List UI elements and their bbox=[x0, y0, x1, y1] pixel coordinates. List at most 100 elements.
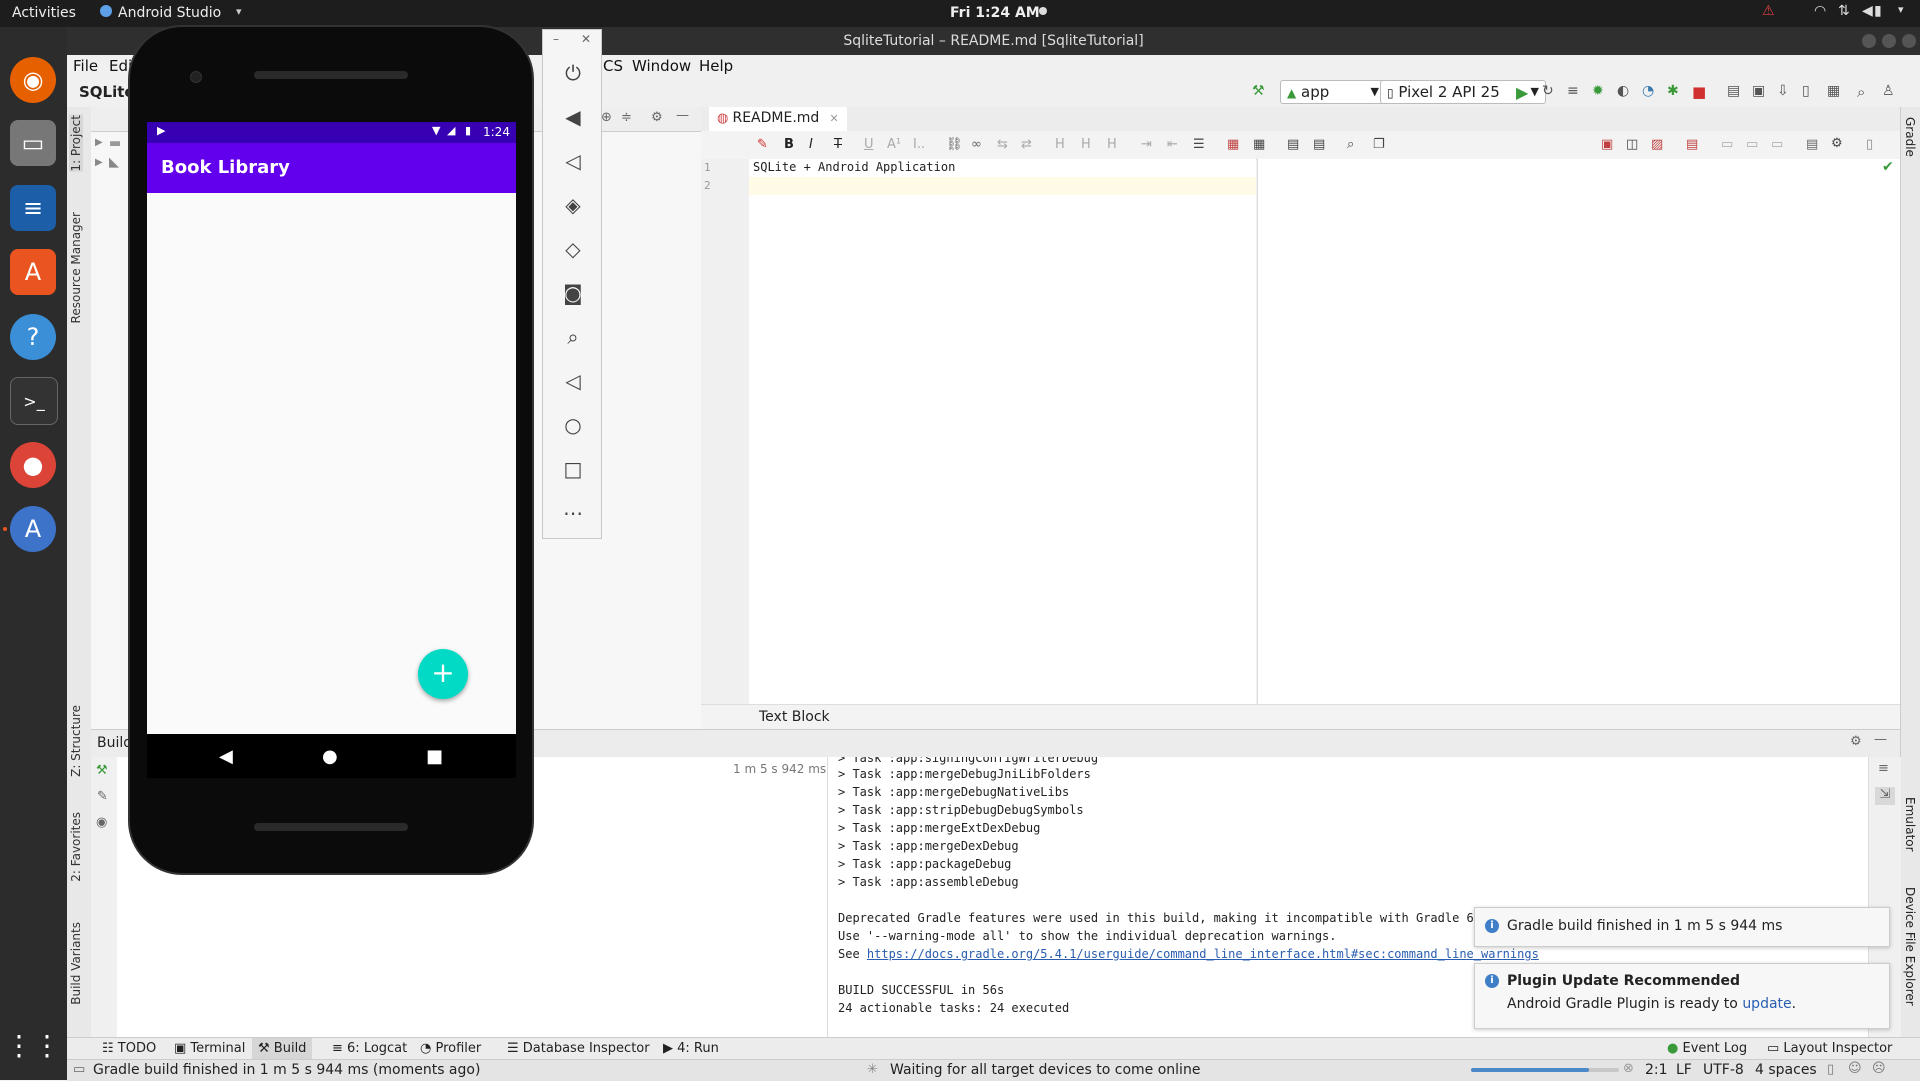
outdent-icon[interactable]: ⇤ bbox=[1167, 137, 1178, 152]
menu-edit[interactable]: Edi bbox=[109, 57, 132, 75]
find-icon[interactable]: ⌕ bbox=[1347, 137, 1354, 152]
show-applications-icon[interactable]: ⋮⋮ bbox=[5, 1022, 61, 1068]
editor-only-icon[interactable]: ▣ bbox=[1601, 137, 1613, 152]
tab-project[interactable]: 1: Project bbox=[69, 115, 83, 172]
chrome-icon[interactable]: ● bbox=[10, 442, 56, 488]
home-icon[interactable]: ○ bbox=[562, 413, 584, 437]
tab-device-file-explorer[interactable]: Device File Explorer bbox=[1903, 887, 1917, 1006]
status-waiting[interactable]: Waiting for all target devices to come o… bbox=[890, 1062, 1200, 1078]
menu-file[interactable]: File bbox=[73, 57, 98, 75]
build-hammer-icon[interactable]: ⚒ bbox=[96, 763, 108, 778]
wifi-icon[interactable]: ◠ bbox=[1814, 3, 1826, 19]
tab-logcat[interactable]: ≡ 6: Logcat bbox=[332, 1041, 407, 1056]
zoom-icon[interactable]: ⌕ bbox=[562, 325, 584, 349]
heading-2-icon[interactable]: H bbox=[1081, 137, 1091, 152]
tab-database-inspector[interactable]: ☰ Database Inspector bbox=[507, 1041, 650, 1056]
coverage-icon[interactable]: ◐ bbox=[1617, 83, 1629, 99]
table-insert-icon[interactable]: ▦ bbox=[1227, 137, 1239, 152]
hide-panel-icon[interactable]: — bbox=[676, 108, 689, 123]
toggle-preview-icon[interactable]: ▤ bbox=[1806, 137, 1818, 152]
terminal-icon[interactable]: >_ bbox=[10, 377, 58, 425]
device-manager-icon[interactable]: ▯ bbox=[1802, 83, 1810, 99]
file-encoding[interactable]: UTF-8 bbox=[1703, 1062, 1744, 1078]
profile-icon[interactable]: ◔ bbox=[1642, 83, 1654, 99]
editor-line[interactable]: SQLite + Android Application bbox=[753, 160, 955, 174]
document-icon[interactable]: ▤ bbox=[1313, 137, 1325, 152]
indent-setting[interactable]: 4 spaces bbox=[1755, 1062, 1817, 1078]
gradle-docs-link[interactable]: https://docs.gradle.org/5.4.1/userguide/… bbox=[867, 947, 1539, 961]
firefox-icon[interactable]: ◉ bbox=[10, 57, 56, 103]
gradle-build-notification[interactable]: i Gradle build finished in 1 m 5 s 944 m… bbox=[1474, 907, 1890, 947]
tab-build-variants[interactable]: Build Variants bbox=[69, 922, 83, 1005]
close-window-icon[interactable] bbox=[1902, 34, 1916, 48]
tab-run[interactable]: ▶ 4: Run bbox=[663, 1041, 719, 1056]
account-icon[interactable]: ♙ bbox=[1882, 83, 1895, 99]
sync-project-icon[interactable]: ▤ bbox=[1727, 83, 1740, 99]
readonly-icon[interactable]: ▯ bbox=[1866, 137, 1873, 152]
subscript-icon[interactable]: I.. bbox=[913, 137, 925, 152]
menu-window[interactable]: Window bbox=[632, 57, 691, 75]
run-config-select[interactable]: ▲ app ▼ bbox=[1280, 80, 1386, 104]
tab-event-log[interactable]: ● Event Log bbox=[1667, 1041, 1747, 1056]
locate-icon[interactable]: ⊕ bbox=[601, 110, 612, 125]
list-icon[interactable]: ☰ bbox=[1193, 137, 1205, 152]
emulator-close-icon[interactable]: ✕ bbox=[581, 32, 591, 46]
maximize-icon[interactable] bbox=[1882, 34, 1896, 48]
avd-manager-icon[interactable]: ▣ bbox=[1752, 83, 1765, 99]
tab-gradle[interactable]: Gradle bbox=[1903, 117, 1917, 157]
swap-icon[interactable]: ⇆ bbox=[997, 137, 1008, 152]
tab-resource-manager[interactable]: Resource Manager bbox=[69, 212, 83, 323]
tab-emulator[interactable]: Emulator bbox=[1903, 797, 1917, 852]
collapse-all-icon[interactable]: ≑ bbox=[621, 110, 632, 125]
strikethrough-icon[interactable]: T bbox=[834, 137, 842, 152]
export-icon[interactable]: ▤ bbox=[1686, 137, 1698, 152]
tab-build[interactable]: ⚒ Build bbox=[252, 1038, 313, 1059]
tab-structure[interactable]: Z: Structure bbox=[69, 705, 83, 777]
chevron-right-icon[interactable]: ▶ bbox=[95, 137, 103, 148]
software-center-icon[interactable]: A bbox=[10, 249, 56, 295]
app-menu-button[interactable]: Android Studio bbox=[118, 5, 221, 21]
tab-todo[interactable]: ☷ TODO bbox=[102, 1041, 156, 1056]
split-view-icon[interactable]: ◫ bbox=[1626, 137, 1638, 152]
layout-vertical-icon[interactable]: ▭ bbox=[1771, 137, 1783, 152]
table-icon[interactable]: ▦ bbox=[1253, 137, 1265, 152]
tab-profiler[interactable]: ◔ Profiler bbox=[420, 1041, 481, 1056]
search-icon[interactable]: ⌕ bbox=[1857, 83, 1865, 101]
italic-icon[interactable]: I bbox=[809, 137, 813, 152]
gear-icon[interactable]: ⚙ bbox=[651, 110, 663, 125]
apply-code-changes-icon[interactable]: ≡ bbox=[1567, 83, 1579, 99]
swap-reverse-icon[interactable]: ⇄ bbox=[1021, 137, 1032, 152]
code-editor[interactable]: SQLite + Android Application bbox=[749, 159, 1256, 704]
preview-only-icon[interactable]: ▨ bbox=[1651, 137, 1663, 152]
feedback-icon[interactable]: ☹ bbox=[1872, 1061, 1886, 1076]
android-studio-dock-icon[interactable]: A bbox=[10, 506, 56, 552]
status-toggle-icon[interactable]: ▭ bbox=[73, 1062, 85, 1077]
minimize-icon[interactable] bbox=[1862, 34, 1876, 48]
scroll-to-end-icon[interactable]: ⇲ bbox=[1875, 787, 1895, 805]
plugin-update-notification[interactable]: i Plugin Update Recommended Android Grad… bbox=[1474, 963, 1890, 1029]
nav-back-icon[interactable]: ◀ bbox=[219, 746, 233, 767]
power-icon[interactable]: ⏻ bbox=[562, 61, 584, 85]
gear-icon[interactable]: ⚙ bbox=[1850, 734, 1862, 749]
activities-button[interactable]: Activities bbox=[12, 5, 76, 21]
clock[interactable]: Fri 1:24 AM bbox=[950, 5, 1040, 21]
heading-1-icon[interactable]: H bbox=[1055, 137, 1065, 152]
tab-layout-inspector[interactable]: ▭ Layout Inspector bbox=[1767, 1041, 1892, 1056]
soft-wrap-icon[interactable]: ≡ bbox=[1878, 761, 1889, 776]
link-icon[interactable]: ⛓ bbox=[946, 137, 963, 152]
back-icon[interactable]: ◁ bbox=[562, 369, 584, 393]
nav-recents-icon[interactable]: ■ bbox=[426, 746, 443, 767]
stop-icon[interactable]: ■ bbox=[1692, 83, 1706, 101]
sdk-manager-icon[interactable]: ⇩ bbox=[1777, 83, 1789, 99]
rotate-left-icon[interactable]: ◈ bbox=[562, 193, 584, 217]
superscript-icon[interactable]: A¹ bbox=[887, 137, 901, 152]
writer-icon[interactable]: ≡ bbox=[10, 185, 56, 231]
battery-icon[interactable]: ▮ bbox=[1874, 3, 1882, 19]
tab-terminal[interactable]: ▣ Terminal bbox=[174, 1041, 245, 1056]
lock-icon[interactable]: ▯ bbox=[1827, 1062, 1834, 1077]
more-options-icon[interactable]: ⋯ bbox=[562, 501, 584, 525]
pin-icon[interactable]: ✎ bbox=[97, 789, 108, 804]
close-tab-icon[interactable]: ✕ bbox=[829, 112, 838, 125]
bold-icon[interactable]: B bbox=[784, 137, 794, 152]
heading-3-icon[interactable]: H bbox=[1107, 137, 1117, 152]
